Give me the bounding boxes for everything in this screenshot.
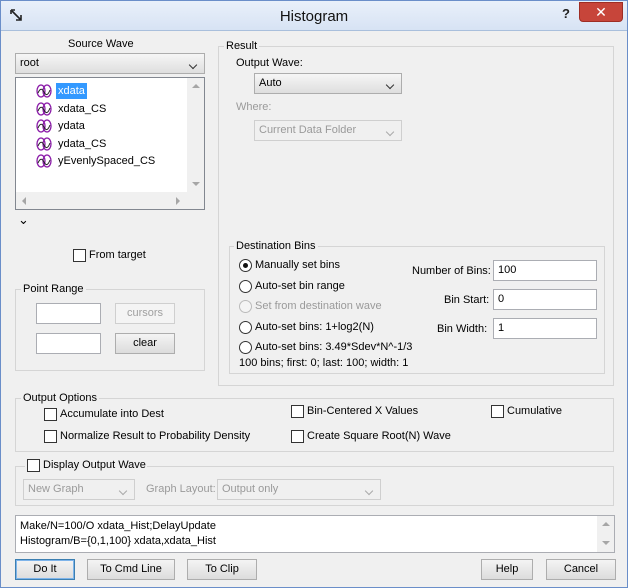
- command-scrollbar[interactable]: [597, 516, 614, 552]
- cumulative-checkbox[interactable]: [491, 405, 504, 418]
- normalize-checkbox[interactable]: [44, 430, 57, 443]
- from-target-checkbox[interactable]: [73, 249, 86, 262]
- wave-name: ydata_CS: [58, 137, 107, 150]
- wave-name: xdata: [56, 83, 87, 99]
- close-button[interactable]: ✕: [579, 2, 623, 22]
- graph-layout-value: Output only: [222, 483, 279, 495]
- output-wave-label: Output Wave:: [236, 57, 303, 69]
- wave-icon: [36, 101, 52, 116]
- chevron-down-icon: [364, 480, 376, 499]
- cancel-button[interactable]: Cancel: [546, 559, 616, 580]
- window-title: Histogram: [279, 8, 349, 25]
- where-value: Current Data Folder: [259, 124, 357, 136]
- bin-option-label: Auto-set bin range: [255, 279, 345, 292]
- do-it-button[interactable]: Do It: [15, 559, 75, 580]
- to-clip-button[interactable]: To Clip: [187, 559, 257, 580]
- output-wave-value: Auto: [259, 77, 282, 89]
- normalize-label: Normalize Result to Probability Density: [60, 430, 251, 442]
- bin-start-label: Bin Start:: [444, 294, 490, 306]
- command-text-area[interactable]: Make/N=100/O xdata_Hist;DelayUpdate Hist…: [15, 515, 615, 553]
- help-button[interactable]: Help: [481, 559, 533, 580]
- bin-centered-checkbox[interactable]: [291, 405, 304, 418]
- wave-icon: [36, 84, 52, 98]
- chevron-down-icon: [385, 74, 397, 93]
- range-end-field[interactable]: [36, 333, 101, 354]
- wave-icon: [36, 136, 52, 151]
- bin-width-label: Bin Width:: [437, 323, 488, 335]
- bin-width-field[interactable]: 1: [493, 318, 597, 339]
- wave-name: ydata: [58, 120, 85, 132]
- bin-option-label: Auto-set bins: 3.49*Sdev*N^-1/3: [255, 341, 413, 353]
- bin-centered-label: Bin-Centered X Values: [307, 405, 419, 417]
- bin-option-label: Auto-set bins: 1+log2(N): [255, 320, 374, 333]
- folder-select[interactable]: root: [15, 53, 205, 74]
- square-root-checkbox[interactable]: [291, 430, 304, 443]
- point-range-title: Point Range: [21, 283, 86, 295]
- bin-option-label: Set from destination wave: [255, 300, 382, 312]
- range-start-field[interactable]: [36, 303, 101, 324]
- to-cmd-line-button[interactable]: To Cmd Line: [87, 559, 175, 580]
- output-wave-select[interactable]: Auto: [254, 73, 402, 94]
- output-options-title: Output Options: [21, 392, 99, 404]
- point-range-group: [15, 289, 205, 371]
- graph-select-value: New Graph: [28, 483, 84, 495]
- wave-list[interactable]: xdata xdata_CSydata ydata_CS yEvenlySpaced_…: [15, 77, 205, 210]
- chevron-down-icon: [188, 54, 200, 73]
- bin-option-radio[interactable]: [239, 279, 252, 293]
- num-bins-field[interactable]: 100: [493, 260, 597, 281]
- scroll-up-icon[interactable]: [602, 522, 610, 526]
- result-title: Result: [224, 40, 260, 52]
- clear-button[interactable]: clear: [115, 333, 175, 354]
- bin-option-radio[interactable]: [239, 259, 252, 272]
- accumulate-checkbox[interactable]: [44, 408, 57, 421]
- title-bar[interactable]: Histogram ? ✕: [1, 1, 627, 31]
- bin-option-radio[interactable]: [239, 300, 252, 313]
- wave-name: xdata_CS: [58, 102, 107, 115]
- folder-select-value: root: [20, 57, 39, 69]
- display-output-label: Display Output Wave: [43, 459, 146, 471]
- scroll-down-icon[interactable]: [192, 182, 200, 186]
- cursors-button[interactable]: cursors: [115, 303, 175, 324]
- num-bins-label: Number of Bins:: [412, 265, 491, 277]
- wave-icon: [36, 154, 52, 168]
- graph-layout-label: Graph Layout:: [146, 483, 216, 495]
- expand-chevron-icon[interactable]: ⌄: [18, 212, 29, 228]
- chevron-down-icon: [385, 121, 397, 140]
- scroll-down-icon[interactable]: [602, 541, 610, 545]
- scroll-up-icon[interactable]: [192, 84, 200, 88]
- scroll-left-icon[interactable]: [22, 197, 26, 205]
- histogram-dialog: Histogram ? ✕ Source Wave root xdata xdat…: [0, 0, 628, 588]
- where-label: Where:: [236, 101, 272, 113]
- graph-layout-select[interactable]: Output only: [217, 479, 381, 500]
- accumulate-label: Accumulate into Dest: [60, 408, 164, 420]
- help-icon[interactable]: ?: [557, 6, 575, 24]
- source-wave-title: Source Wave: [68, 38, 134, 50]
- cumulative-label: Cumulative: [507, 405, 563, 417]
- where-select[interactable]: Current Data Folder: [254, 120, 402, 141]
- chevron-down-icon: [118, 480, 130, 499]
- vertical-scrollbar[interactable]: [187, 78, 204, 194]
- command-line-2: Histogram/B={0,1,100} xdata,xdata_Hist: [20, 535, 216, 547]
- bin-option-radio[interactable]: [239, 341, 252, 354]
- wave-name: yEvenlySpaced_CS: [58, 155, 156, 167]
- bins-summary: 100 bins; first: 0; last: 100; width: 1: [239, 357, 409, 369]
- command-line-1: Make/N=100/O xdata_Hist;DelayUpdate: [20, 520, 216, 532]
- graph-select[interactable]: New Graph: [23, 479, 135, 500]
- scroll-corner: [187, 192, 204, 209]
- horizontal-scrollbar[interactable]: [16, 192, 187, 209]
- destination-bins-title: Destination Bins: [234, 240, 318, 252]
- scroll-right-icon[interactable]: [176, 197, 180, 205]
- display-output-checkbox[interactable]: [27, 459, 40, 472]
- square-root-label: Create Square Root(N) Wave: [307, 430, 451, 442]
- from-target-label: From target: [89, 249, 146, 261]
- bin-start-field[interactable]: 0: [493, 289, 597, 310]
- bin-option-label: Manually set bins: [255, 259, 340, 271]
- bin-option-radio[interactable]: [239, 320, 252, 334]
- wave-icon: [36, 119, 52, 133]
